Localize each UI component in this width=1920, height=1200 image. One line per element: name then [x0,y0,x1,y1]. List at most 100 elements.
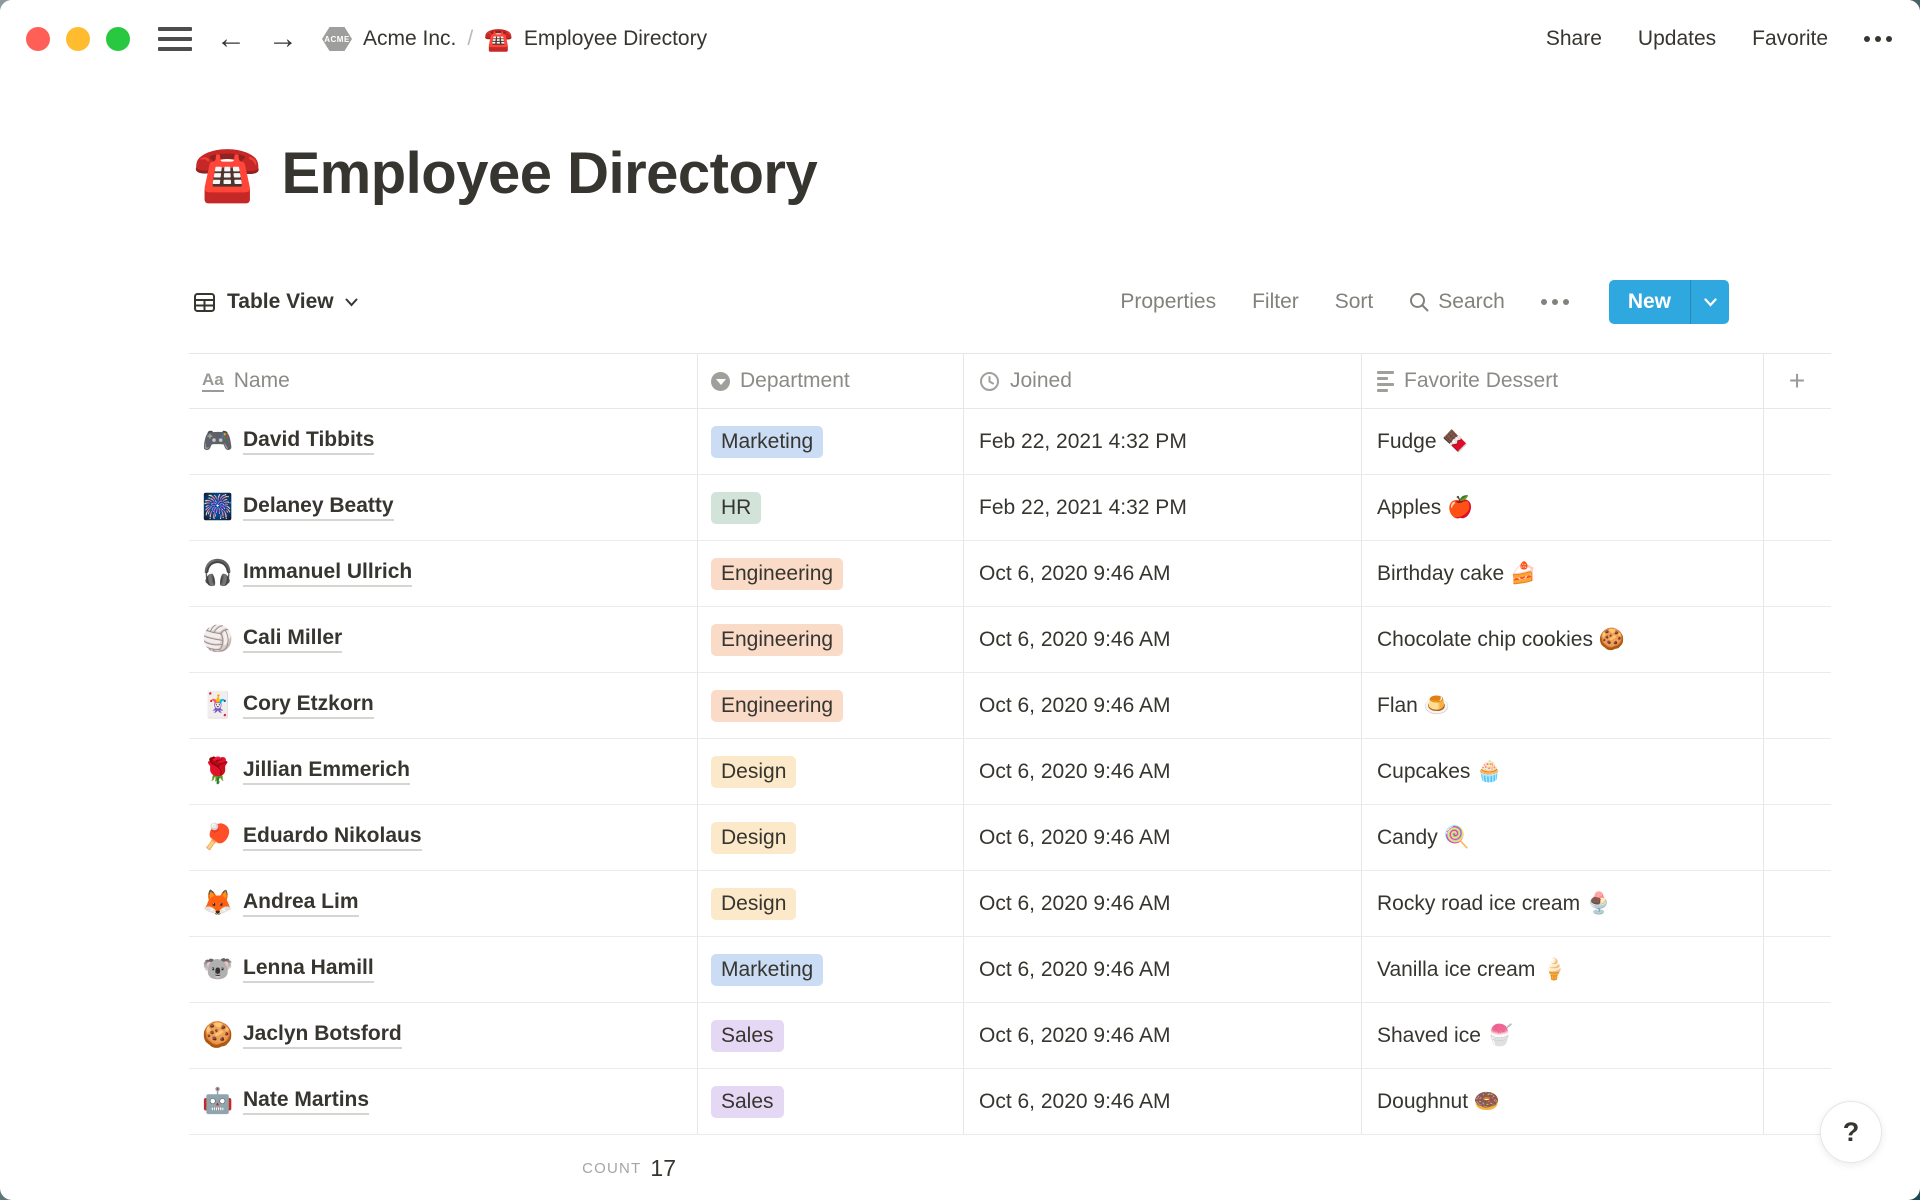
name-cell[interactable]: 🃏 Cory Etzkorn [189,673,698,738]
dessert-value: Shaved ice 🍧 [1377,1024,1513,1048]
name-cell[interactable]: 🍪 Jaclyn Botsford [189,1003,698,1068]
employee-name-link[interactable]: Cali Miller [243,626,342,653]
employee-name-link[interactable]: Immanuel Ullrich [243,560,412,587]
clock-icon [979,371,1000,392]
chevron-down-icon [345,298,358,307]
dessert-cell[interactable]: Fudge 🍫 [1362,409,1764,474]
name-cell[interactable]: 🦊 Andrea Lim [189,871,698,936]
page-title-text: Employee Directory [281,140,817,207]
help-button[interactable]: ? [1820,1101,1882,1163]
employee-avatar-emoji: 🦊 [202,891,234,916]
column-header-joined[interactable]: Joined [964,354,1362,408]
dessert-cell[interactable]: Birthday cake 🍰 [1362,541,1764,606]
dessert-cell[interactable]: Rocky road ice cream 🍨 [1362,871,1764,936]
breadcrumb-workspace[interactable]: Acme Inc. [363,27,456,51]
sidebar-menu-icon[interactable] [158,27,192,51]
more-options-icon[interactable] [1864,36,1892,42]
dessert-cell[interactable]: Shaved ice 🍧 [1362,1003,1764,1068]
row-extra-cell [1764,475,1830,540]
employee-name-link[interactable]: Jillian Emmerich [243,758,410,785]
department-cell[interactable]: Design [698,739,964,804]
employee-table: Aa Name Department Joined Favorite Desse… [189,353,1831,1135]
name-cell[interactable]: 🏐 Cali Miller [189,607,698,672]
name-cell[interactable]: 🤖 Nate Martins [189,1069,698,1134]
department-cell[interactable]: Design [698,871,964,936]
name-cell[interactable]: 🎮 David Tibbits [189,409,698,474]
page-title-emoji-icon[interactable]: ☎️ [193,146,261,201]
minimize-window-button[interactable] [66,27,90,51]
joined-cell[interactable]: Oct 6, 2020 9:46 AM [964,1003,1362,1068]
breadcrumb-page[interactable]: Employee Directory [524,27,707,51]
add-column-button[interactable]: + [1764,354,1830,408]
department-cell[interactable]: Design [698,805,964,870]
joined-cell[interactable]: Oct 6, 2020 9:46 AM [964,607,1362,672]
sort-button[interactable]: Sort [1335,290,1374,314]
new-button-caret[interactable] [1691,280,1729,324]
back-arrow-icon[interactable]: ← [216,24,246,54]
department-cell[interactable]: Sales [698,1069,964,1134]
new-record-split-button: New [1609,280,1729,324]
joined-cell[interactable]: Oct 6, 2020 9:46 AM [964,673,1362,738]
department-tag: Design [711,756,796,788]
zoom-window-button[interactable] [106,27,130,51]
name-cell[interactable]: 🏓 Eduardo Nikolaus [189,805,698,870]
employee-name-link[interactable]: Lenna Hamill [243,956,374,983]
name-cell[interactable]: 🐨 Lenna Hamill [189,937,698,1002]
share-button[interactable]: Share [1546,27,1602,51]
employee-name-link[interactable]: Nate Martins [243,1088,369,1115]
employee-name-link[interactable]: David Tibbits [243,428,374,455]
name-cell[interactable]: 🌹 Jillian Emmerich [189,739,698,804]
joined-date: Oct 6, 2020 9:46 AM [979,760,1170,784]
dessert-cell[interactable]: Vanilla ice cream 🍦 [1362,937,1764,1002]
employee-name-link[interactable]: Jaclyn Botsford [243,1022,402,1049]
updates-button[interactable]: Updates [1638,27,1716,51]
employee-avatar-emoji: 🍪 [202,1023,234,1048]
employee-name-link[interactable]: Eduardo Nikolaus [243,824,422,851]
table-grid-icon [193,291,216,314]
close-window-button[interactable] [26,27,50,51]
new-button[interactable]: New [1609,280,1690,324]
forward-arrow-icon[interactable]: → [268,24,298,54]
dessert-cell[interactable]: Apples 🍎 [1362,475,1764,540]
dessert-cell[interactable]: Doughnut 🍩 [1362,1069,1764,1134]
column-header-department[interactable]: Department [698,354,964,408]
column-header-label: Joined [1010,369,1072,393]
table-view-switcher[interactable]: Table View [193,290,358,314]
joined-cell[interactable]: Feb 22, 2021 4:32 PM [964,475,1362,540]
joined-cell[interactable]: Oct 6, 2020 9:46 AM [964,937,1362,1002]
department-cell[interactable]: HR [698,475,964,540]
employee-name-link[interactable]: Cory Etzkorn [243,692,374,719]
department-cell[interactable]: Engineering [698,673,964,738]
search-label: Search [1438,290,1505,314]
department-cell[interactable]: Sales [698,1003,964,1068]
name-cell[interactable]: 🎆 Delaney Beatty [189,475,698,540]
name-cell[interactable]: 🎧 Immanuel Ullrich [189,541,698,606]
joined-cell[interactable]: Oct 6, 2020 9:46 AM [964,805,1362,870]
column-header-name[interactable]: Aa Name [189,354,698,408]
dessert-cell[interactable]: Flan 🍮 [1362,673,1764,738]
department-cell[interactable]: Marketing [698,409,964,474]
employee-name-link[interactable]: Andrea Lim [243,890,359,917]
joined-cell[interactable]: Feb 22, 2021 4:32 PM [964,409,1362,474]
column-header-favorite-dessert[interactable]: Favorite Dessert [1362,354,1764,408]
department-cell[interactable]: Engineering [698,607,964,672]
department-cell[interactable]: Marketing [698,937,964,1002]
properties-button[interactable]: Properties [1120,290,1216,314]
dessert-cell[interactable]: Cupcakes 🧁 [1362,739,1764,804]
favorite-button[interactable]: Favorite [1752,27,1828,51]
department-cell[interactable]: Engineering [698,541,964,606]
joined-cell[interactable]: Oct 6, 2020 9:46 AM [964,541,1362,606]
view-more-options-icon[interactable] [1541,299,1569,305]
joined-cell[interactable]: Oct 6, 2020 9:46 AM [964,1069,1362,1134]
row-extra-cell [1764,673,1830,738]
dessert-cell[interactable]: Candy 🍭 [1362,805,1764,870]
filter-button[interactable]: Filter [1252,290,1299,314]
search-button[interactable]: Search [1409,290,1505,314]
joined-date: Oct 6, 2020 9:46 AM [979,826,1170,850]
breadcrumb-separator: / [467,27,473,51]
dessert-cell[interactable]: Chocolate chip cookies 🍪 [1362,607,1764,672]
chevron-down-icon [1704,298,1717,307]
employee-name-link[interactable]: Delaney Beatty [243,494,394,521]
joined-cell[interactable]: Oct 6, 2020 9:46 AM [964,739,1362,804]
joined-cell[interactable]: Oct 6, 2020 9:46 AM [964,871,1362,936]
